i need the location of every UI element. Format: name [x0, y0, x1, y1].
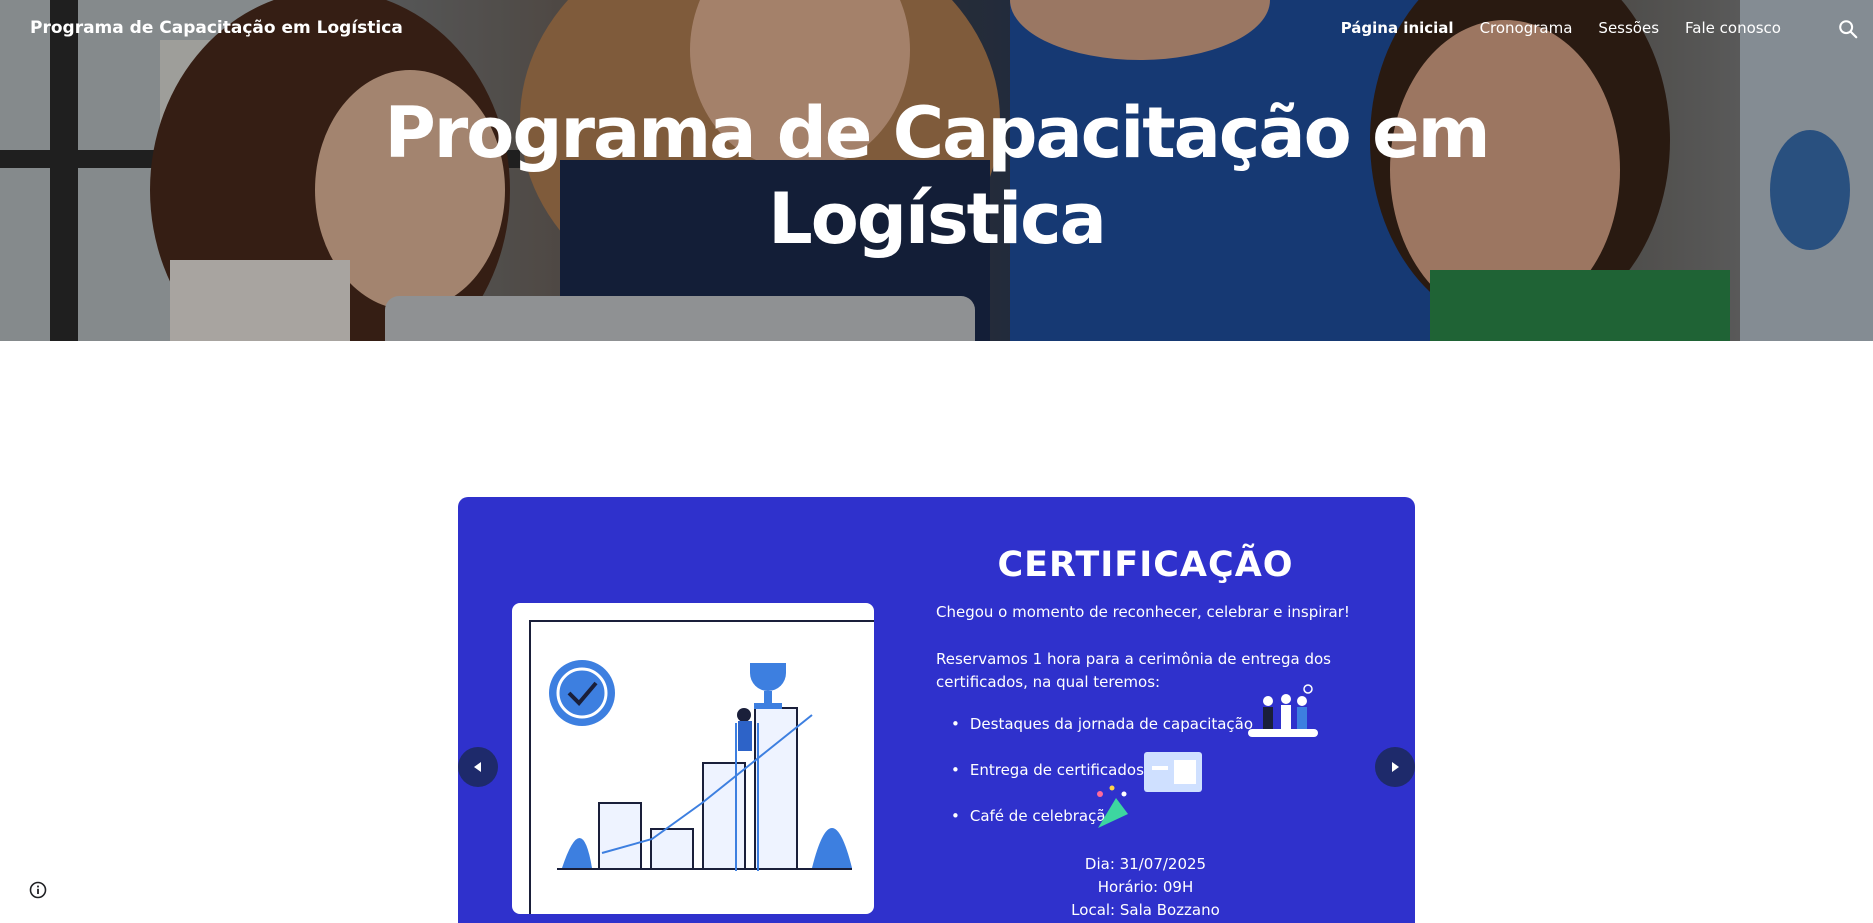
nav-item-fale-conosco[interactable]: Fale conosco: [1685, 19, 1781, 37]
search-button[interactable]: [1837, 18, 1859, 40]
event-time: Horário: 09H: [1097, 878, 1194, 896]
carousel-next-button[interactable]: [1375, 747, 1415, 787]
hero-banner: Programa de Capacitação em Logística Pág…: [0, 0, 1873, 341]
chevron-right-icon: [1392, 762, 1399, 772]
page-title: Programa de Capacitação em Logística: [0, 90, 1873, 262]
image-carousel: CERTIFICAÇÃO Chegou o momento de reconhe…: [458, 497, 1415, 923]
carousel-description-line-1: Reservamos 1 hora para a cerimônia de en…: [936, 650, 1331, 668]
nav-item-cronograma[interactable]: Cronograma: [1480, 19, 1573, 37]
team-people-icon: [1248, 684, 1318, 737]
party-popper-icon: [1097, 785, 1128, 828]
carousel-prev-button[interactable]: [458, 747, 498, 787]
top-navigation: Página inicial Cronograma Sessões Fale c…: [1341, 19, 1781, 37]
site-title-link[interactable]: Programa de Capacitação em Logística: [30, 18, 403, 38]
event-place: Local: Sala Bozzano: [1071, 901, 1220, 919]
trophy-growth-illustration: [529, 620, 874, 914]
site-info-button[interactable]: [29, 881, 47, 899]
search-icon: [1839, 20, 1858, 39]
info-icon: [29, 881, 47, 899]
certification-illustration: [512, 603, 874, 914]
certificate-icon: [1144, 752, 1202, 792]
page-title-line-2: Logística: [768, 178, 1107, 260]
carousel-title: CERTIFICAÇÃO: [997, 545, 1294, 585]
nav-item-sessoes[interactable]: Sessões: [1598, 19, 1659, 37]
carousel-description-line-2: certificados, na qual teremos:: [936, 673, 1161, 691]
event-date: Dia: 31/07/2025: [1084, 855, 1207, 873]
bullet-item-highlights: Destaques da jornada de capacitação: [951, 713, 1253, 759]
carousel-bullet-list: Destaques da jornada de capacitação Entr…: [951, 713, 1253, 851]
chevron-left-icon: [474, 762, 481, 772]
page-title-line-1: Programa de Capacitação em: [384, 92, 1490, 174]
nav-item-pagina-inicial[interactable]: Página inicial: [1341, 19, 1454, 37]
event-info: Dia: 31/07/2025 Horário: 09H Local: Sala…: [878, 853, 1413, 922]
carousel-intro: Chegou o momento de reconhecer, celebrar…: [936, 603, 1350, 621]
